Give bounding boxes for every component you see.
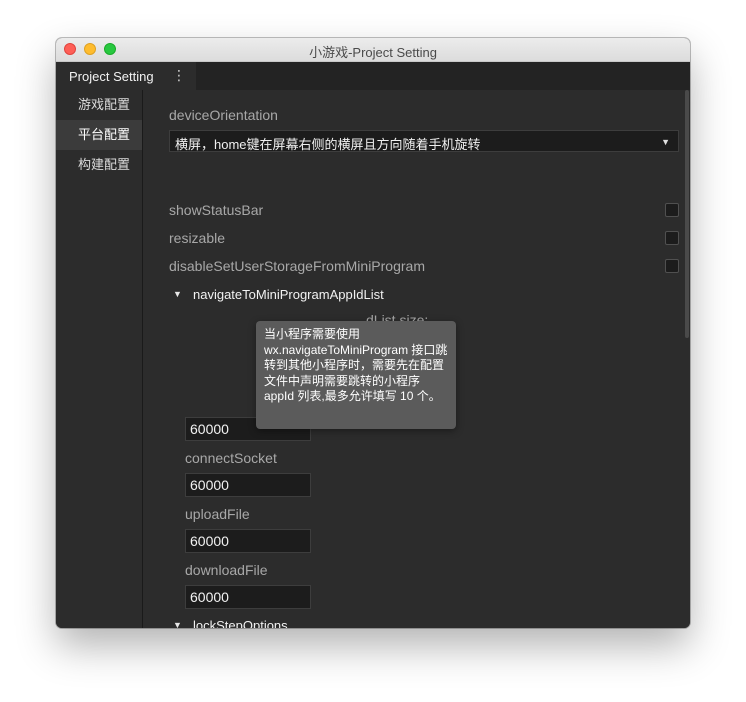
resizable-label: resizable	[169, 230, 226, 246]
device-orientation-select[interactable]: 横屏，home键在屏幕右侧的横屏且方向随着手机旋转 ▼	[169, 130, 679, 152]
download-file-label: downloadFile	[185, 562, 268, 578]
lock-step-options-header[interactable]: lockStepOptions	[193, 618, 288, 628]
sidebar: 游戏配置 平台配置 构建配置	[56, 90, 143, 628]
sidebar-item-build-config[interactable]: 构建配置	[56, 150, 142, 180]
show-status-bar-checkbox[interactable]	[665, 203, 679, 217]
window-title: 小游戏-Project Setting	[309, 45, 437, 60]
tab-label: Project Setting	[69, 69, 154, 84]
disable-set-user-storage-checkbox[interactable]	[665, 259, 679, 273]
navigate-appid-list-header[interactable]: navigateToMiniProgramAppIdList	[193, 287, 384, 302]
triangle-down-icon[interactable]: ▼	[173, 620, 182, 628]
sidebar-item-platform-config[interactable]: 平台配置	[56, 120, 142, 150]
caret-down-icon: ▼	[661, 137, 670, 147]
tab-project-setting[interactable]: Project Setting ⋮	[56, 62, 196, 90]
download-file-timeout-input[interactable]: 60000	[185, 585, 311, 609]
tab-bar: Project Setting ⋮	[56, 62, 690, 90]
settings-panel: deviceOrientation 横屏，home键在屏幕右侧的横屏且方向随着手…	[143, 90, 690, 628]
tooltip-text: 当小程序需要使用 wx.navigateToMiniProgram 接口跳转到其…	[264, 327, 448, 403]
connect-socket-label: connectSocket	[185, 450, 277, 466]
device-orientation-label: deviceOrientation	[169, 107, 278, 123]
connect-socket-timeout-input[interactable]: 60000	[185, 473, 311, 497]
scrollbar[interactable]	[685, 90, 689, 338]
tooltip: 当小程序需要使用 wx.navigateToMiniProgram 接口跳转到其…	[256, 321, 456, 429]
upload-file-timeout-input[interactable]: 60000	[185, 529, 311, 553]
show-status-bar-label: showStatusBar	[169, 202, 264, 218]
triangle-down-icon[interactable]: ▼	[173, 289, 182, 299]
project-setting-window: 小游戏-Project Setting Project Setting ⋮ 游戏…	[56, 38, 690, 628]
vertical-ellipsis-icon[interactable]: ⋮	[172, 67, 186, 84]
sidebar-item-game-config[interactable]: 游戏配置	[56, 90, 142, 120]
disable-set-user-storage-label: disableSetUserStorageFromMiniProgram	[169, 258, 425, 274]
upload-file-label: uploadFile	[185, 506, 250, 522]
resizable-checkbox[interactable]	[665, 231, 679, 245]
device-orientation-value: 横屏，home键在屏幕右侧的横屏且方向随着手机旋转	[175, 137, 481, 152]
title-bar: 小游戏-Project Setting	[56, 38, 690, 62]
